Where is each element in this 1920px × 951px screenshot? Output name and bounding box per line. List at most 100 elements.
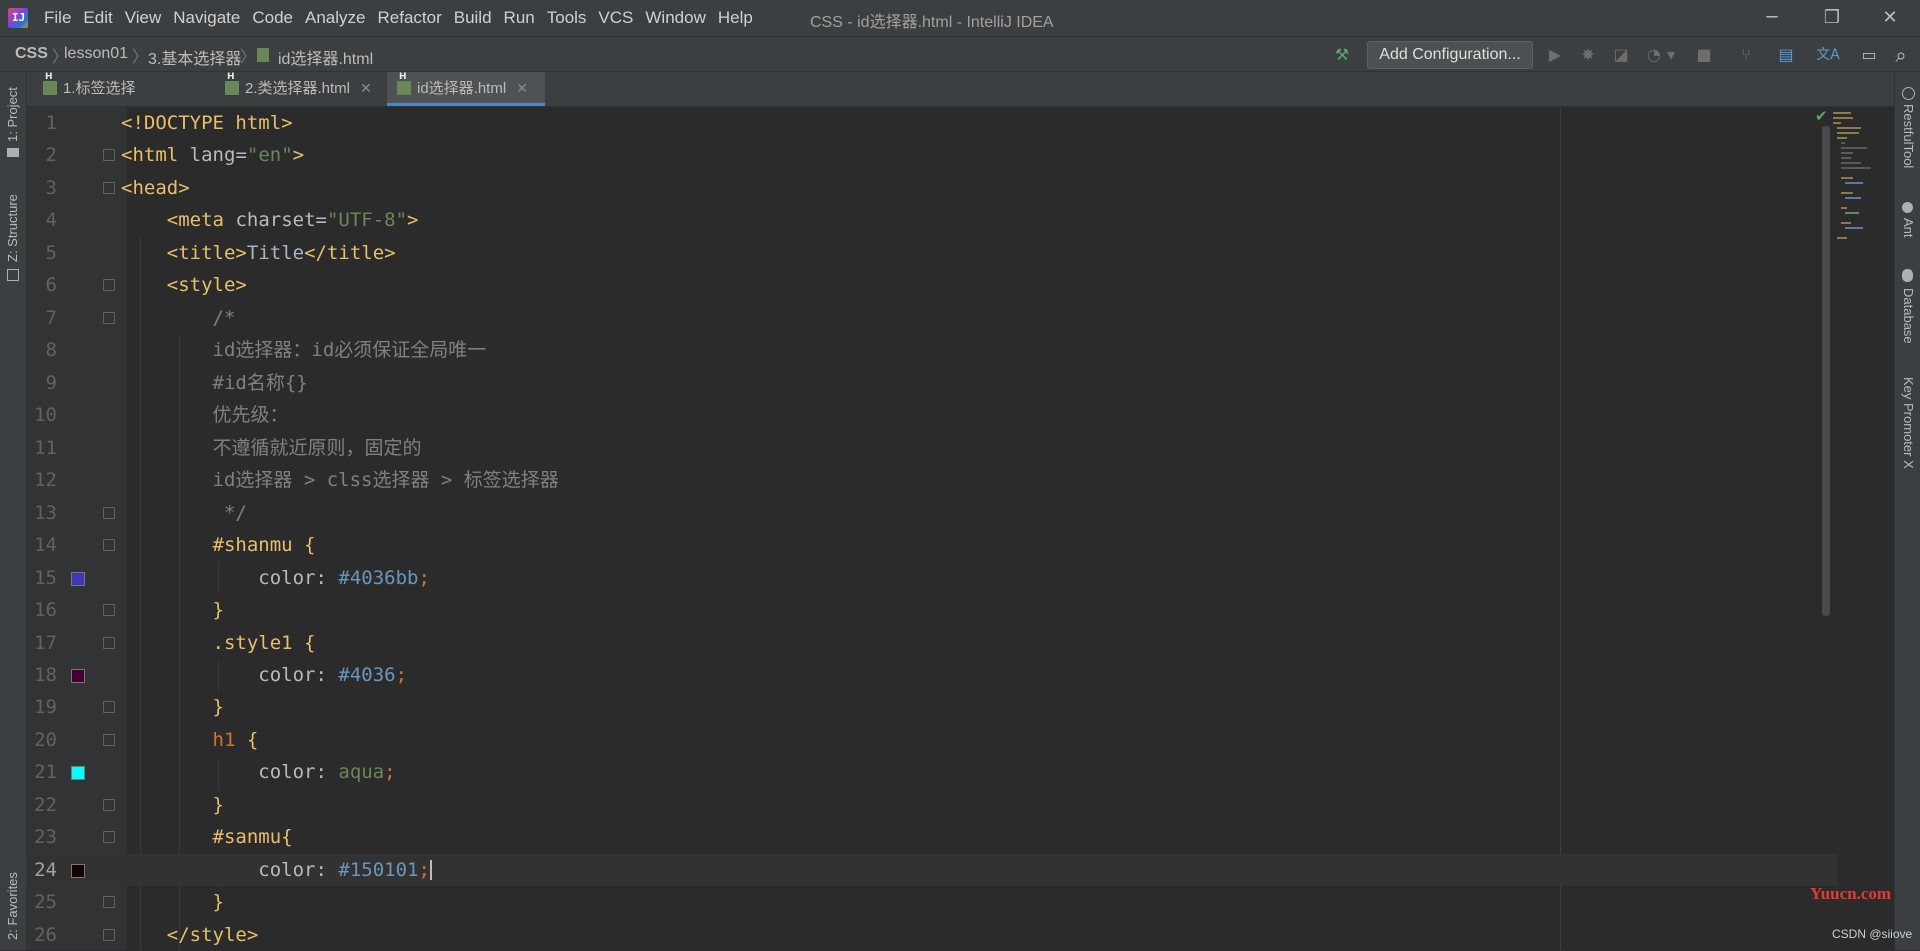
menu-run[interactable]: Run [500, 8, 543, 28]
code-line[interactable]: 10 优先级： [27, 399, 1837, 432]
tool-window-key-promoter[interactable]: Key Promoter X [1901, 377, 1916, 469]
run-icon[interactable]: ▶ [1544, 44, 1566, 66]
menu-edit[interactable]: Edit [79, 8, 120, 28]
breadcrumb-folder-selectors[interactable]: 3.基本选择器 [148, 45, 241, 69]
project-structure-icon[interactable]: ▤ [1775, 44, 1797, 66]
code-minimap[interactable] [1833, 108, 1893, 258]
fold-marker-icon[interactable] [103, 506, 115, 519]
code-line[interactable]: 15 color: #4036bb; [27, 562, 1837, 595]
menu-help[interactable]: Help [714, 8, 761, 28]
fold-marker-icon[interactable] [103, 149, 115, 162]
fold-marker-icon[interactable] [103, 636, 115, 649]
code-line[interactable]: 19 } [27, 691, 1837, 724]
close-tab-icon[interactable]: ✕ [516, 81, 528, 97]
menu-build[interactable]: Build [450, 8, 500, 28]
fold-marker-icon[interactable] [103, 181, 115, 194]
code-line[interactable]: 17 .style1 { [27, 627, 1837, 660]
close-tab-icon[interactable]: ✕ [360, 81, 372, 97]
code-line[interactable]: 25 } [27, 886, 1837, 919]
debug-icon[interactable]: ✸ [1577, 44, 1599, 66]
code-line[interactable]: 7 /* [27, 302, 1837, 335]
code-text: <meta charset="UTF-8"> [166, 209, 419, 232]
code-line[interactable]: 5 <title>Title</title> [27, 237, 1837, 270]
line-number: 13 [34, 501, 57, 524]
code-line[interactable]: 2 <html lang="en"> [27, 139, 1837, 172]
code-line[interactable]: 18 color: #4036; [27, 659, 1837, 692]
vcs-icon[interactable]: ⑂ [1735, 44, 1757, 66]
fold-marker-icon[interactable] [103, 896, 115, 909]
menu-navigate[interactable]: Navigate [169, 8, 248, 28]
tool-window-ant[interactable]: Ant [1901, 218, 1916, 238]
menu-tools[interactable]: Tools [543, 8, 595, 28]
menu-refactor[interactable]: Refactor [373, 8, 449, 28]
layout-icon[interactable]: ▭ [1858, 44, 1880, 66]
menu-file[interactable]: File [40, 8, 79, 28]
code-editor[interactable]: 1 <!DOCTYPE html> 2 <html lang="en"> 3 <head>… [27, 107, 1837, 950]
menu-vcs[interactable]: VCS [594, 8, 641, 28]
coverage-icon[interactable]: ◪ [1610, 44, 1632, 66]
code-line[interactable]: 9 #id名称{} [27, 367, 1837, 400]
line-number: 26 [34, 923, 57, 946]
tool-window-project[interactable]: 1: Project [5, 87, 20, 142]
fold-marker-icon[interactable] [103, 831, 115, 844]
color-swatch-icon[interactable] [71, 571, 85, 586]
add-configuration-button[interactable]: Add Configuration... [1367, 41, 1533, 69]
tab-tag-selector[interactable]: 1.标签选择器.html✕ [33, 72, 211, 131]
code-line[interactable]: 24 color: #150101; [27, 853, 1837, 887]
color-swatch-icon[interactable] [71, 766, 85, 781]
code-line[interactable]: 6 <style> [27, 269, 1837, 302]
fold-marker-icon[interactable] [103, 311, 115, 324]
code-line[interactable]: 22 } [27, 789, 1837, 822]
code-line[interactable]: 8 id选择器：id必须保证全局唯一 [27, 334, 1837, 367]
menu-window[interactable]: Window [641, 8, 713, 28]
fold-marker-icon[interactable] [103, 701, 115, 714]
restore-button[interactable]: ❐ [1810, 4, 1854, 32]
breadcrumb-file[interactable]: id选择器.html [278, 45, 373, 69]
minimize-button[interactable]: ─ [1750, 4, 1794, 32]
code-line[interactable]: 4 <meta charset="UTF-8"> [27, 204, 1837, 237]
code-line[interactable]: 23 #sanmu{ [27, 821, 1837, 854]
fold-marker-icon[interactable] [103, 733, 115, 746]
code-line[interactable]: 3 <head> [27, 172, 1837, 205]
profile-dropdown-icon[interactable]: ▾ [1664, 44, 1678, 66]
line-number: 17 [34, 631, 57, 654]
code-line[interactable]: 14 #shanmu { [27, 529, 1837, 562]
color-swatch-icon[interactable] [71, 863, 85, 878]
editor-scrollbar[interactable] [1822, 126, 1830, 616]
menu-analyze[interactable]: Analyze [301, 8, 373, 28]
breadcrumb-folder-lesson[interactable]: lesson01 [64, 45, 128, 63]
code-line[interactable]: 1 <!DOCTYPE html> [27, 107, 1837, 140]
intellij-logo-icon[interactable]: IJ [8, 8, 28, 28]
code-line[interactable]: 21 color: aqua; [27, 756, 1837, 789]
code-line[interactable]: 12 id选择器 > clss选择器 > 标签选择器 [27, 464, 1837, 497]
fold-marker-icon[interactable] [103, 279, 115, 292]
tab-id-selector[interactable]: id选择器.html ✕ [387, 72, 545, 106]
search-icon[interactable]: ⌕ [1890, 44, 1912, 66]
profile-icon[interactable]: ◔ [1643, 44, 1665, 66]
code-line[interactable]: 26 </style> [27, 919, 1837, 951]
fold-marker-icon[interactable] [103, 798, 115, 811]
color-swatch-icon[interactable] [71, 669, 85, 684]
fold-marker-icon[interactable] [103, 604, 115, 617]
tab-class-selector[interactable]: 2.类选择器.html ✕ [215, 72, 413, 106]
no-problems-check-icon[interactable]: ✔ [1815, 107, 1828, 125]
tool-window-database[interactable]: Database [1901, 288, 1916, 344]
translate-icon[interactable]: 文A [1815, 44, 1841, 66]
breadcrumb-project[interactable]: CSS [15, 45, 48, 63]
fold-marker-icon[interactable] [103, 539, 115, 552]
fold-marker-icon[interactable] [103, 928, 115, 941]
tool-window-favorites[interactable]: 2: Favorites [5, 872, 20, 940]
code-line[interactable]: 13 */ [27, 497, 1837, 530]
menu-code[interactable]: Code [248, 8, 301, 28]
menu-view[interactable]: View [121, 8, 170, 28]
code-text: } [212, 696, 224, 719]
code-line[interactable]: 11 不遵循就近原则，固定的 [27, 432, 1837, 465]
code-line[interactable]: 16 } [27, 594, 1837, 627]
code-line[interactable]: 20 h1 { [27, 724, 1837, 757]
stop-icon[interactable]: ■ [1693, 44, 1715, 66]
tool-window-structure[interactable]: Z: Structure [5, 194, 20, 262]
line-number: 15 [34, 566, 57, 589]
build-hammer-icon[interactable]: ⚒ [1331, 44, 1353, 66]
tool-window-restfultool[interactable]: RestfulTool [1901, 104, 1916, 168]
close-window-button[interactable]: ✕ [1868, 4, 1912, 32]
